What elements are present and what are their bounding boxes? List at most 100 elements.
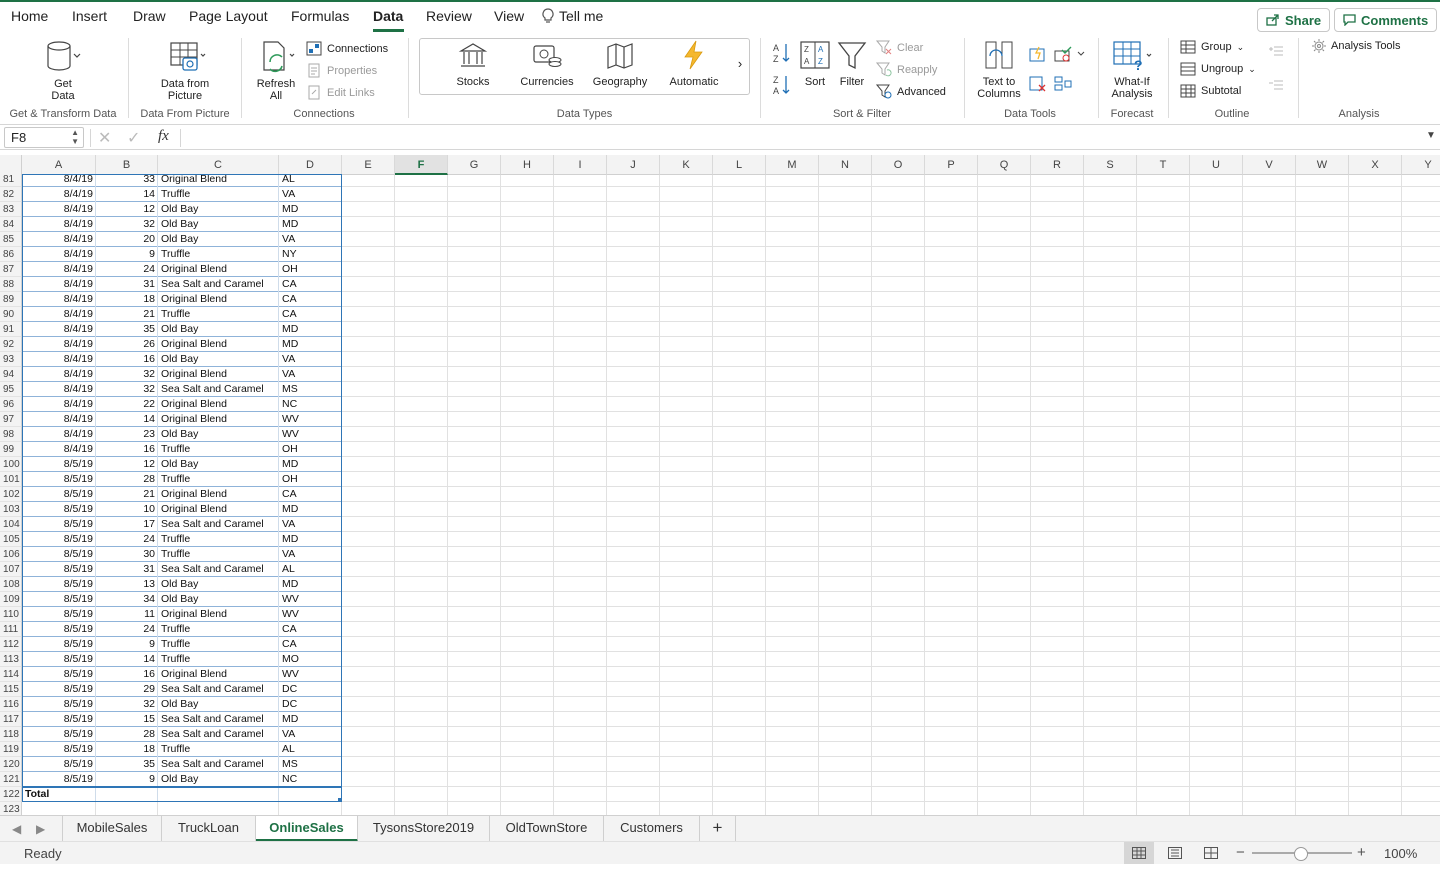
- cell-flavor[interactable]: Truffle: [158, 472, 279, 487]
- cell-quantity[interactable]: 26: [96, 337, 158, 352]
- data-types-next-arrow[interactable]: ›: [734, 57, 746, 70]
- row-header[interactable]: 85: [0, 232, 22, 247]
- cell-quantity[interactable]: 31: [96, 562, 158, 577]
- row-header[interactable]: 117: [0, 712, 22, 727]
- cell-flavor[interactable]: Sea Salt and Caramel: [158, 712, 279, 727]
- cell-state[interactable]: CA: [279, 622, 342, 637]
- row-header[interactable]: 103: [0, 502, 22, 517]
- column-header-g[interactable]: G: [448, 155, 501, 175]
- cell-quantity[interactable]: 29: [96, 682, 158, 697]
- cell-flavor[interactable]: Sea Salt and Caramel: [158, 562, 279, 577]
- cell-date[interactable]: 8/5/19: [22, 742, 96, 757]
- row-header[interactable]: 91: [0, 322, 22, 337]
- name-box-stepper-icon[interactable]: ▲ ▼: [71, 128, 79, 146]
- cell-date[interactable]: 8/4/19: [22, 307, 96, 322]
- analysis-tools-button[interactable]: Analysis Tools: [1312, 39, 1401, 53]
- cell-flavor[interactable]: Truffle: [158, 187, 279, 202]
- sheet-tab-customers[interactable]: Customers: [604, 816, 700, 841]
- cell-date[interactable]: 8/4/19: [22, 427, 96, 442]
- cell-date[interactable]: 8/4/19: [22, 337, 96, 352]
- cell-date[interactable]: 8/5/19: [22, 772, 96, 787]
- cell-flavor[interactable]: Original Blend: [158, 502, 279, 517]
- cell-flavor[interactable]: Original Blend: [158, 172, 279, 187]
- row-header[interactable]: 109: [0, 592, 22, 607]
- cell-date[interactable]: 8/4/19: [22, 277, 96, 292]
- zoom-in-icon[interactable]: +: [1357, 844, 1366, 861]
- cell-date[interactable]: 8/5/19: [22, 727, 96, 742]
- cell-quantity[interactable]: 18: [96, 742, 158, 757]
- cell-date[interactable]: 8/4/19: [22, 397, 96, 412]
- cell-date[interactable]: 8/4/19: [22, 217, 96, 232]
- row-header[interactable]: 112: [0, 637, 22, 652]
- tab-view[interactable]: View: [494, 8, 524, 24]
- hide-detail-button[interactable]: [1268, 78, 1284, 93]
- page-layout-view-icon[interactable]: [1168, 847, 1182, 859]
- row-header[interactable]: 122: [0, 787, 22, 802]
- cell-quantity[interactable]: 9: [96, 637, 158, 652]
- cell-state[interactable]: VA: [279, 232, 342, 247]
- cell-flavor[interactable]: Truffle: [158, 247, 279, 262]
- cell-date[interactable]: 8/5/19: [22, 472, 96, 487]
- cell-flavor[interactable]: Old Bay: [158, 592, 279, 607]
- row-header[interactable]: 83: [0, 202, 22, 217]
- cell-flavor[interactable]: Original Blend: [158, 367, 279, 382]
- cell-state[interactable]: MD: [279, 202, 342, 217]
- cell-flavor[interactable]: Sea Salt and Caramel: [158, 727, 279, 742]
- ungroup-button[interactable]: Ungroup ⌄: [1180, 62, 1256, 76]
- cell-date[interactable]: 8/4/19: [22, 172, 96, 187]
- cell-state[interactable]: AL: [279, 562, 342, 577]
- cell-flavor[interactable]: Sea Salt and Caramel: [158, 382, 279, 397]
- cell-quantity[interactable]: 30: [96, 547, 158, 562]
- cell-flavor[interactable]: Sea Salt and Caramel: [158, 277, 279, 292]
- cell-total-label[interactable]: Total: [22, 787, 96, 802]
- tab-draw[interactable]: Draw: [133, 8, 166, 24]
- tab-data[interactable]: Data: [373, 8, 403, 24]
- cell-state[interactable]: VA: [279, 352, 342, 367]
- cell-flavor[interactable]: Old Bay: [158, 457, 279, 472]
- sheet-tab-tysonsstore2019[interactable]: TysonsStore2019: [358, 816, 490, 841]
- cell-state[interactable]: MS: [279, 382, 342, 397]
- cell-flavor[interactable]: Sea Salt and Caramel: [158, 517, 279, 532]
- show-detail-button[interactable]: [1268, 44, 1284, 59]
- sheet-tab-truckloan[interactable]: TruckLoan: [162, 816, 256, 841]
- cell-quantity[interactable]: 9: [96, 772, 158, 787]
- cell-date[interactable]: 8/5/19: [22, 652, 96, 667]
- row-header[interactable]: 81: [0, 172, 22, 187]
- data-validation-button[interactable]: [1054, 46, 1086, 65]
- cell-state[interactable]: WV: [279, 667, 342, 682]
- refresh-all-button[interactable]: Refresh All: [253, 40, 299, 102]
- get-data-button[interactable]: Get Data: [40, 40, 86, 102]
- scroll-sheets-left-icon[interactable]: ◀: [12, 822, 21, 836]
- cell-state[interactable]: WV: [279, 427, 342, 442]
- cell-state[interactable]: WV: [279, 412, 342, 427]
- cell-state[interactable]: CA: [279, 307, 342, 322]
- what-if-analysis-button[interactable]: ? What-If Analysis: [1106, 40, 1158, 100]
- data-from-picture-button[interactable]: Data from Picture: [156, 40, 214, 102]
- row-header[interactable]: 106: [0, 547, 22, 562]
- cell-quantity[interactable]: 35: [96, 757, 158, 772]
- cell-state[interactable]: MD: [279, 217, 342, 232]
- cell-quantity[interactable]: 12: [96, 457, 158, 472]
- cell-quantity[interactable]: 32: [96, 697, 158, 712]
- cell-quantity[interactable]: 33: [96, 172, 158, 187]
- row-header[interactable]: 123: [0, 802, 22, 815]
- cell-state[interactable]: VA: [279, 367, 342, 382]
- cell-state[interactable]: MD: [279, 457, 342, 472]
- row-header[interactable]: 96: [0, 397, 22, 412]
- cell-state[interactable]: MD: [279, 337, 342, 352]
- cell-state[interactable]: VA: [279, 727, 342, 742]
- formula-input[interactable]: [188, 129, 1408, 147]
- cell-quantity[interactable]: 10: [96, 502, 158, 517]
- cell-state[interactable]: NC: [279, 772, 342, 787]
- column-header-i[interactable]: I: [554, 155, 607, 175]
- cell-quantity[interactable]: 12: [96, 202, 158, 217]
- cell-flavor[interactable]: Sea Salt and Caramel: [158, 682, 279, 697]
- cell-state[interactable]: MD: [279, 502, 342, 517]
- cell-state[interactable]: OH: [279, 472, 342, 487]
- row-header[interactable]: 86: [0, 247, 22, 262]
- cell-date[interactable]: 8/5/19: [22, 487, 96, 502]
- stocks-button[interactable]: Stocks: [446, 42, 500, 88]
- text-to-columns-button[interactable]: Text to Columns: [974, 40, 1024, 100]
- row-header[interactable]: 110: [0, 607, 22, 622]
- cell-flavor[interactable]: Truffle: [158, 742, 279, 757]
